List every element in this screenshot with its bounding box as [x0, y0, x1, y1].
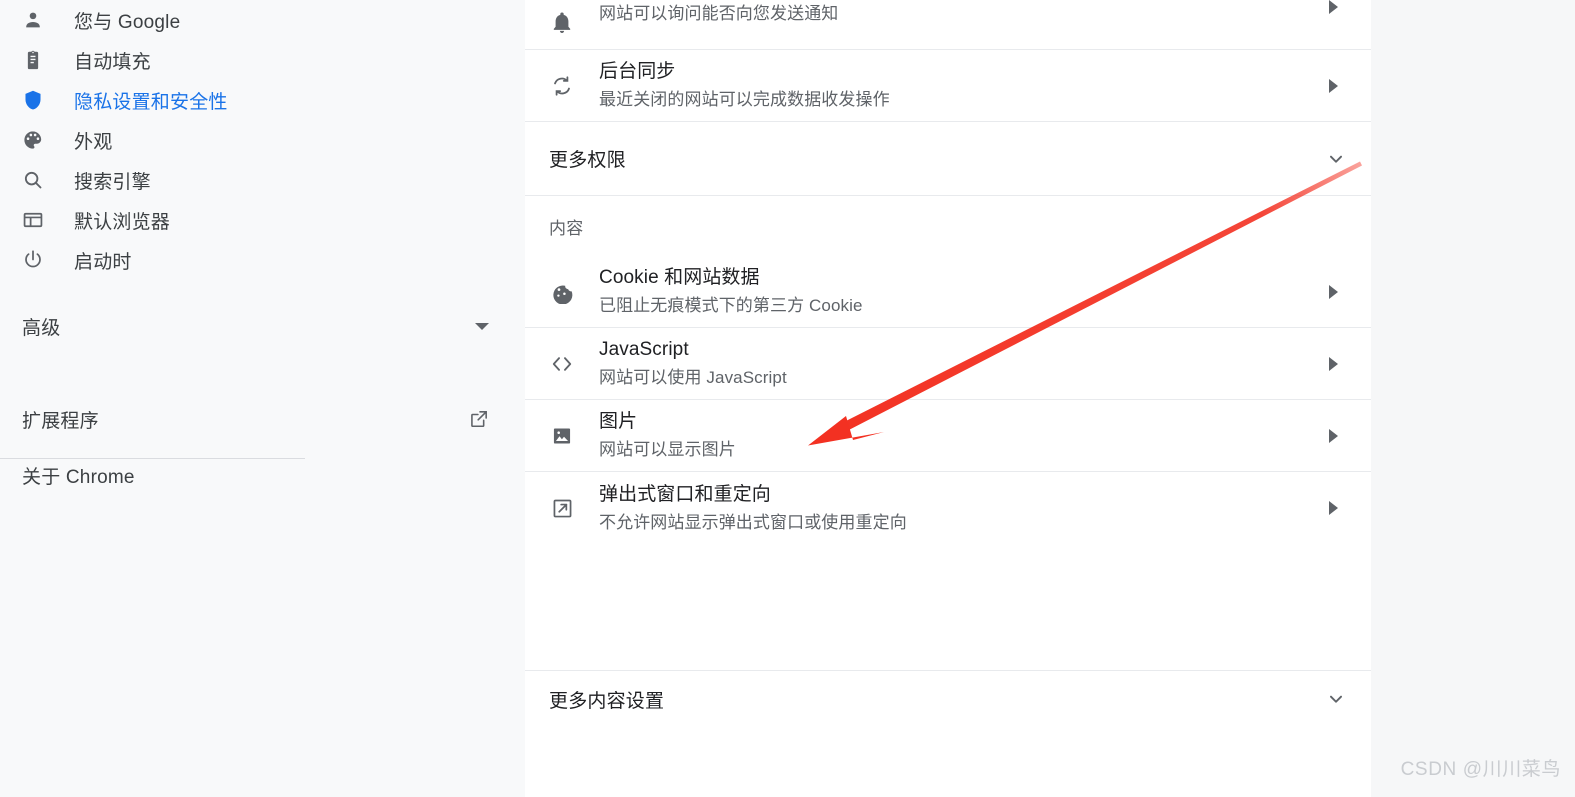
- arrow-right-icon[interactable]: [1315, 284, 1351, 299]
- sidebar-item-you-and-google[interactable]: 您与 Google: [0, 0, 525, 40]
- search-icon: [22, 168, 50, 192]
- image-icon: [525, 425, 599, 447]
- sidebar-item-label: 默认浏览器: [74, 211, 171, 233]
- row-title: JavaScript: [599, 339, 689, 360]
- sidebar-item-advanced[interactable]: 高级: [0, 306, 525, 346]
- csdn-watermark: CSDN @川川菜鸟: [1400, 759, 1561, 780]
- row-text: 图片 网站可以显示图片: [599, 408, 1315, 463]
- sidebar-divider: [0, 458, 305, 459]
- browser-icon: [22, 208, 50, 232]
- shield-icon: [22, 88, 50, 112]
- chevron-down-icon[interactable]: [1325, 688, 1347, 710]
- sidebar-advanced-label: 高级: [22, 317, 61, 339]
- code-icon: [525, 351, 599, 377]
- sidebar-item-extensions[interactable]: 扩展程序: [0, 399, 525, 439]
- settings-sidebar: 您与 Google 自动填充 隐私设置和安全性 外观 搜索引擎 默认浏览器 启动…: [0, 0, 525, 797]
- external-link-icon: [469, 409, 489, 429]
- row-text: 网站可以询问能否向您发送通知: [599, 0, 1315, 27]
- power-icon: [22, 248, 50, 272]
- table-row-javascript[interactable]: JavaScript 网站可以使用 JavaScript: [525, 328, 1371, 400]
- row-subtitle: 已阻止无痕模式下的第三方 Cookie: [599, 296, 863, 315]
- sidebar-item-label: 关于 Chrome: [22, 466, 135, 488]
- row-subtitle: 不允许网站显示弹出式窗口或使用重定向: [599, 512, 907, 532]
- table-row-notifications[interactable]: 网站可以询问能否向您发送通知: [525, 0, 1371, 50]
- arrow-right-icon[interactable]: [1315, 78, 1351, 93]
- table-row-images[interactable]: 图片 网站可以显示图片: [525, 400, 1371, 472]
- cookie-icon: [525, 280, 599, 304]
- row-subtitle: 网站可以显示图片: [599, 440, 736, 459]
- arrow-right-icon[interactable]: [1315, 501, 1351, 515]
- more-permissions-row[interactable]: 更多权限: [525, 122, 1371, 196]
- sidebar-item-label: 外观: [74, 131, 113, 153]
- sidebar-item-label: 您与 Google: [74, 11, 181, 33]
- person-icon: [22, 8, 50, 32]
- row-text: 弹出式窗口和重定向 不允许网站显示弹出式窗口或使用重定向: [599, 481, 1315, 536]
- palette-icon: [22, 128, 50, 152]
- settings-content-card: 网站可以询问能否向您发送通知 后台同步 最近关闭的网站可以完成数据收发操作 更多…: [525, 0, 1371, 689]
- autofill-icon: [22, 48, 50, 72]
- sidebar-item-appearance[interactable]: 外观: [0, 120, 525, 160]
- row-subtitle: 网站可以询问能否向您发送通知: [599, 4, 839, 23]
- sidebar-item-on-startup[interactable]: 启动时: [0, 240, 525, 280]
- row-subtitle: 网站可以使用 JavaScript: [599, 368, 787, 387]
- arrow-right-icon[interactable]: [1315, 356, 1351, 371]
- more-permissions-label: 更多权限: [549, 150, 626, 171]
- row-title: 后台同步: [599, 61, 676, 82]
- sidebar-item-autofill[interactable]: 自动填充: [0, 40, 525, 80]
- more-content-settings-label: 更多内容设置: [549, 690, 665, 712]
- row-text: JavaScript 网站可以使用 JavaScript: [599, 336, 1315, 391]
- row-text: 后台同步 最近关闭的网站可以完成数据收发操作: [599, 58, 1315, 113]
- arrow-right-icon[interactable]: [1315, 0, 1351, 49]
- bell-icon: [525, 0, 599, 49]
- sidebar-item-default-browser[interactable]: 默认浏览器: [0, 200, 525, 240]
- settings-page: 您与 Google 自动填充 隐私设置和安全性 外观 搜索引擎 默认浏览器 启动…: [0, 0, 1575, 797]
- row-title: 弹出式窗口和重定向: [599, 483, 771, 505]
- sidebar-item-label: 扩展程序: [22, 410, 99, 432]
- chevron-down-icon[interactable]: [1325, 148, 1347, 170]
- sync-icon: [525, 74, 599, 98]
- sidebar-item-label: 隐私设置和安全性: [74, 91, 228, 113]
- sidebar-item-privacy-security[interactable]: 隐私设置和安全性: [0, 80, 525, 120]
- sidebar-item-label: 搜索引擎: [74, 171, 151, 193]
- sidebar-item-search-engine[interactable]: 搜索引擎: [0, 160, 525, 200]
- table-row-popups-redirects[interactable]: 弹出式窗口和重定向 不允许网站显示弹出式窗口或使用重定向: [525, 472, 1371, 544]
- more-content-settings-card: 更多内容设置: [525, 670, 1371, 797]
- row-title: Cookie 和网站数据: [599, 267, 760, 288]
- content-section-header: 内容: [525, 196, 1371, 256]
- row-title: 图片: [599, 411, 638, 432]
- table-row-background-sync[interactable]: 后台同步 最近关闭的网站可以完成数据收发操作: [525, 50, 1371, 122]
- sidebar-item-about-chrome[interactable]: 关于 Chrome: [0, 455, 525, 495]
- sidebar-item-label: 自动填充: [74, 51, 151, 73]
- chevron-down-icon: [475, 322, 489, 330]
- popup-icon: [525, 497, 599, 520]
- row-text: Cookie 和网站数据 已阻止无痕模式下的第三方 Cookie: [599, 264, 1315, 319]
- more-content-settings-row[interactable]: 更多内容设置: [525, 671, 1371, 727]
- sidebar-item-label: 启动时: [74, 251, 132, 273]
- row-subtitle: 最近关闭的网站可以完成数据收发操作: [599, 90, 890, 109]
- arrow-right-icon[interactable]: [1315, 428, 1351, 443]
- table-row-cookies[interactable]: Cookie 和网站数据 已阻止无痕模式下的第三方 Cookie: [525, 256, 1371, 328]
